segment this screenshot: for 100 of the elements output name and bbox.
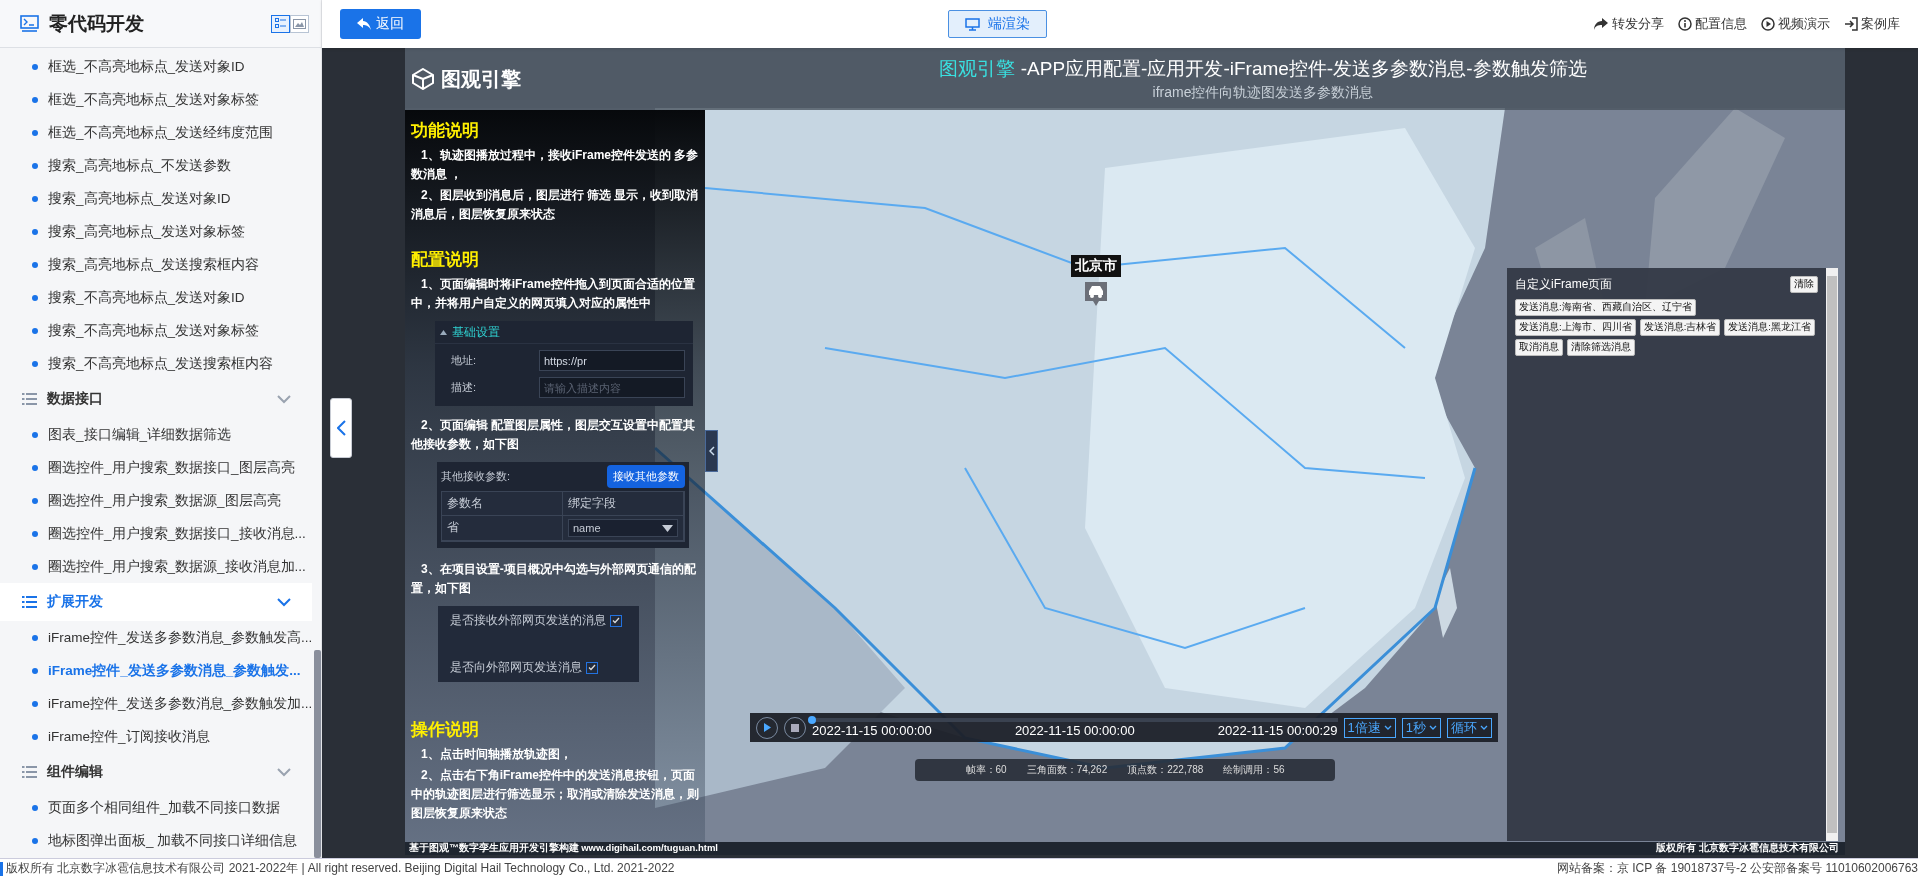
bullet-icon: [32, 700, 38, 707]
sidebar-item[interactable]: 搜索_高亮地标点_发送对象ID: [0, 182, 312, 215]
sidebar-item[interactable]: 搜索_不高亮地标点_发送搜索框内容: [0, 347, 312, 380]
image-view-icon: [293, 18, 306, 29]
bullet-icon: [32, 294, 38, 301]
checkbox[interactable]: [586, 661, 598, 674]
sidebar-title: 零代码开发: [49, 11, 145, 36]
bullet-icon: [32, 63, 38, 70]
bullet-icon: [32, 733, 38, 740]
input-field[interactable]: 请输入描述内容: [539, 377, 685, 398]
exit-icon: [1844, 17, 1858, 31]
bullet-icon: [32, 228, 38, 235]
timestamp: 2022-11-15 00:00:00: [1014, 722, 1135, 738]
message-button[interactable]: 发送消息:海南省、西藏自治区、辽宁省: [1515, 299, 1696, 316]
message-button[interactable]: 发送消息:黑龙江省: [1724, 319, 1815, 336]
bullet-icon: [32, 530, 38, 537]
stat-text: 帧率：60: [965, 763, 1007, 777]
sidebar-group[interactable]: 组件编辑: [0, 753, 312, 791]
message-button[interactable]: 发送消息:吉林省: [1639, 319, 1721, 336]
car-pin-icon[interactable]: [1084, 281, 1108, 307]
instruction-text: 2、页面编辑 配置图层属性，图层交互设置中配置其他接收参数，如下图: [411, 417, 696, 453]
view-toggle[interactable]: [290, 14, 309, 33]
scrollbar[interactable]: [1826, 268, 1838, 841]
render-toggle[interactable]: 端渲染: [947, 10, 1047, 38]
sidebar-item[interactable]: 框选_不高亮地标点_发送对象标签: [0, 83, 312, 116]
dropdown[interactable]: 1倍速: [1343, 717, 1396, 738]
message-button[interactable]: 清除筛选消息: [1567, 339, 1635, 356]
message-button[interactable]: 发送消息:上海市、四川省: [1515, 319, 1636, 336]
sidebar-item[interactable]: 圈选控件_用户搜索_数据接口_接收消息...: [0, 517, 312, 550]
bullet-icon: [32, 634, 38, 641]
share-arrow-icon: [1593, 17, 1609, 31]
sidebar-item[interactable]: 地标图弹出面板_ 加载不同接口详细信息: [0, 824, 312, 857]
toolbar-link[interactable]: 视频演示: [1761, 15, 1830, 33]
dropdown[interactable]: 循环: [1447, 717, 1492, 738]
sidebar-group[interactable]: 数据接口: [0, 380, 312, 418]
bullet-icon: [32, 804, 38, 811]
triangle-icon: [440, 329, 447, 335]
section-heading: 操作说明: [411, 719, 480, 741]
sidebar-item[interactable]: 页面多个相同组件_加载不同接口数据: [0, 791, 312, 824]
monitor-icon: [964, 17, 980, 31]
column-header: 绑定字段: [563, 492, 684, 516]
sidebar-item[interactable]: 搜索_高亮地标点_发送搜索框内容: [0, 248, 312, 281]
logo-text: 图观引擎: [441, 66, 521, 92]
sidebar-item[interactable]: 圈选控件_用户搜索_数据接口_图层高亮: [0, 451, 312, 484]
view-toggle[interactable]: [271, 14, 290, 33]
params-label: 其他接收参数:: [441, 469, 511, 484]
bullet-icon: [32, 327, 38, 334]
footer-copyright: 版权所有 北京数字冰雹信息技术有限公司 2021-2022年 | All right reserved. Beijing Digital Hail Technology Co., Ltd. 2021-2022: [6, 860, 675, 877]
list-icon: [22, 393, 37, 405]
message-button[interactable]: 取消消息: [1515, 339, 1563, 356]
instruction-text: 1、页面编辑时将iFrame控件拖入到页面合适的位置中，并将用户自定义的网页填入对应的属性中: [411, 276, 697, 312]
field-label: 地址:: [451, 353, 478, 368]
stat-text: 三角面数：74,262: [1026, 763, 1108, 777]
checkbox[interactable]: [610, 614, 622, 627]
stat-text: 绘制调用：56: [1223, 763, 1285, 777]
bullet-icon: [32, 431, 38, 438]
sidebar-item[interactable]: iFrame控件_发送多参数消息_参数触发高...: [0, 621, 312, 654]
back-button[interactable]: 返回: [340, 9, 421, 39]
credit-text: 基于图观™数字孪生应用开发引擎构建 www.digihail.com/tuguan.html: [409, 842, 718, 855]
toolbar-link[interactable]: 配置信息: [1678, 15, 1747, 33]
sidebar-group[interactable]: 扩展开发: [0, 583, 312, 621]
play-icon: [763, 723, 771, 732]
sidebar-item[interactable]: iFrame控件_发送多参数消息_参数触发加...: [0, 687, 312, 720]
sidebar-item[interactable]: 圈选控件_用户搜索_数据源_接收消息加...: [0, 550, 312, 583]
panel-toggle[interactable]: [705, 430, 718, 472]
bullet-icon: [32, 464, 38, 471]
copyright-text: 版权所有 北京数字冰雹信息技术有限公司: [1656, 842, 1839, 855]
bullet-icon: [32, 162, 38, 169]
caret-icon: [1429, 725, 1437, 730]
bullet-icon: [32, 563, 38, 570]
sidebar-item[interactable]: iFrame控件_订阅接收消息: [0, 720, 312, 753]
toolbar-link[interactable]: 案例库: [1844, 15, 1900, 33]
chevron-left-icon: [708, 446, 715, 456]
clear-button[interactable]: 清除: [1790, 276, 1818, 293]
section-heading: 配置说明: [411, 249, 480, 271]
instruction-text: 2、点击右下角iFrame控件中的发送消息按钮，页面中的轨迹图层进行筛选显示；取消或清除发送消息，则图层恢复原来状态: [411, 767, 699, 822]
receive-params-button[interactable]: 接收其他参数: [607, 465, 685, 488]
caret-icon: [1480, 725, 1488, 730]
instruction-text: 1、点击时间轴播放轨迹图，: [420, 746, 573, 763]
scrollbar[interactable]: [314, 650, 321, 858]
sidebar-item[interactable]: 框选_不高亮地标点_发送对象ID: [0, 50, 312, 83]
toolbar-link[interactable]: 转发分享: [1593, 15, 1664, 33]
dropdown[interactable]: 1秒: [1401, 717, 1441, 738]
sidebar-item[interactable]: 搜索_高亮地标点_发送对象标签: [0, 215, 312, 248]
chevron-icon: [276, 394, 292, 404]
dropdown-icon: [662, 524, 673, 532]
sidebar-item[interactable]: iFrame控件_发送多参数消息_参数触发...: [0, 654, 312, 687]
sidebar-item[interactable]: 搜索_不高亮地标点_发送对象标签: [0, 314, 312, 347]
bullet-icon: [32, 837, 38, 844]
input-field[interactable]: https://pr: [539, 350, 685, 371]
collapse-button[interactable]: [330, 398, 352, 458]
sidebar-item[interactable]: 搜索_不高亮地标点_发送对象ID: [0, 281, 312, 314]
chevron-left-icon: [336, 420, 346, 436]
chevron-icon: [276, 597, 292, 607]
sidebar-item[interactable]: 图表_接口编辑_详细数据筛选: [0, 418, 312, 451]
sidebar-item[interactable]: 搜索_高亮地标点_不发送参数: [0, 149, 312, 182]
sidebar-item[interactable]: 圈选控件_用户搜索_数据源_图层高亮: [0, 484, 312, 517]
sidebar-item[interactable]: 框选_不高亮地标点_发送经纬度范围: [0, 116, 312, 149]
field-select[interactable]: name: [568, 519, 678, 537]
timeline-thumb[interactable]: [808, 715, 816, 724]
